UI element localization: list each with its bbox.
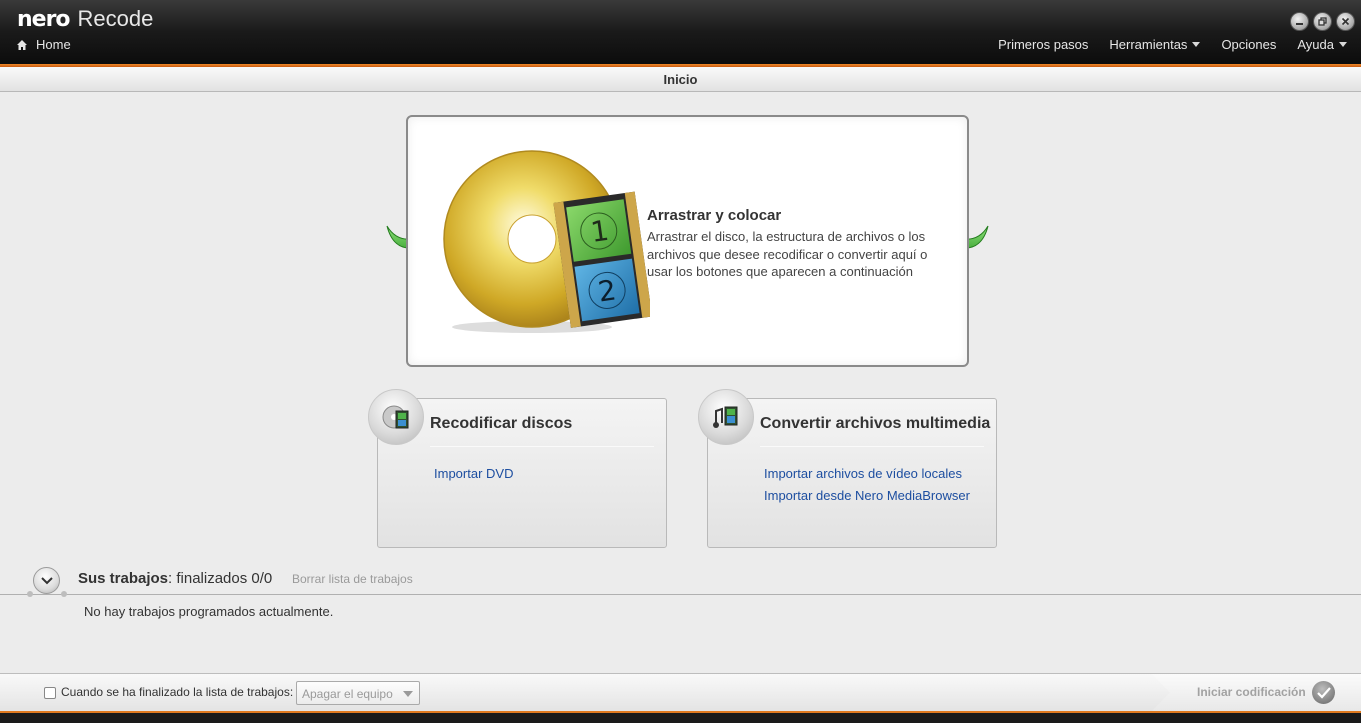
after-jobs-action-select[interactable]: Apagar el equipo (296, 681, 420, 705)
home-label: Home (36, 37, 71, 52)
home-link[interactable]: Home (16, 37, 71, 52)
decor-dot (27, 591, 33, 597)
convert-media-card: Convertir archivos multimedia Importar a… (698, 389, 997, 548)
drop-zone[interactable]: 1 2 Arrastrar y colocar Arrastrar el dis… (406, 115, 969, 367)
menu-label: Primeros pasos (998, 37, 1089, 52)
disc-film-icon: 1 2 (443, 150, 650, 333)
brand-nero: nero (17, 7, 71, 32)
menu-primeros-pasos[interactable]: Primeros pasos (998, 37, 1088, 52)
page-header-bar: Inicio (0, 67, 1361, 92)
import-dvd-link[interactable]: Importar DVD (434, 466, 513, 481)
jobs-collapse-button[interactable] (33, 567, 60, 594)
disc-recode-icon (382, 405, 409, 429)
menu-herramientas[interactable]: Herramientas (1109, 37, 1201, 52)
top-navigation: Primeros pasos Herramientas Opciones Ayu… (998, 37, 1347, 52)
decor-dot (61, 591, 67, 597)
menu-label: Ayuda (1297, 37, 1334, 52)
import-local-video-link[interactable]: Importar archivos de vídeo locales (764, 466, 962, 481)
restore-icon (1318, 17, 1327, 26)
close-icon (1341, 17, 1350, 26)
card-title: Convertir archivos multimedia (760, 415, 991, 432)
card-title: Recodificar discos (430, 415, 573, 432)
jobs-title: Sus trabajos: finalizados 0/0 (78, 570, 272, 587)
chevron-down-icon (1192, 42, 1201, 47)
chevron-down-icon (1339, 42, 1347, 47)
import-mediabrowser-link[interactable]: Importar desde Nero MediaBrowser (764, 488, 970, 503)
divider (760, 446, 984, 447)
window-controls (1290, 12, 1355, 31)
chevron-down-icon (403, 691, 413, 697)
jobs-title-label: Sus trabajos (78, 570, 169, 587)
restore-button[interactable] (1313, 12, 1332, 31)
bottom-accent-strip (0, 711, 1361, 723)
card-icon-badge (698, 389, 754, 445)
brand-recode: Recode (77, 6, 154, 31)
empty-jobs-message: No hay trabajos programados actualmente. (84, 604, 334, 619)
minimize-button[interactable] (1290, 12, 1309, 31)
chevron-down-icon (40, 576, 53, 584)
title-bar: nero Recode Home Primeros pasos Herramie… (0, 0, 1361, 64)
minimize-icon (1296, 23, 1303, 25)
page-title: Inicio (663, 72, 698, 87)
checkbox-label: Cuando se ha finalizado la lista de trab… (61, 685, 294, 699)
start-encoding-label: Iniciar codificación (1197, 685, 1306, 699)
close-button[interactable] (1336, 12, 1355, 31)
menu-label: Herramientas (1109, 37, 1188, 52)
clear-jobs-link[interactable]: Borrar lista de trabajos (292, 572, 413, 586)
drop-zone-title: Arrastrar y colocar (647, 207, 782, 224)
drop-zone-description: Arrastrar el disco, la estructura de arc… (647, 229, 928, 279)
footer-bar: Cuando se ha finalizado la lista de trab… (0, 673, 1361, 711)
card-icon-badge (368, 389, 424, 445)
divider (430, 446, 654, 447)
shutdown-checkbox[interactable] (44, 687, 56, 699)
home-icon (17, 39, 27, 50)
menu-ayuda[interactable]: Ayuda (1297, 37, 1347, 52)
menu-opciones[interactable]: Opciones (1221, 37, 1276, 52)
media-convert-icon (713, 406, 738, 428)
jobs-status: : finalizados 0/0 (168, 570, 273, 587)
select-value: Apagar el equipo (302, 687, 393, 701)
checkmark-icon (1312, 681, 1335, 704)
start-encoding-button[interactable]: Iniciar codificación (1152, 674, 1361, 711)
menu-label: Opciones (1221, 37, 1277, 52)
divider (0, 594, 1361, 595)
app-logo: nero Recode (17, 6, 153, 34)
recode-discs-card: Recodificar discos Importar DVD (368, 389, 667, 548)
